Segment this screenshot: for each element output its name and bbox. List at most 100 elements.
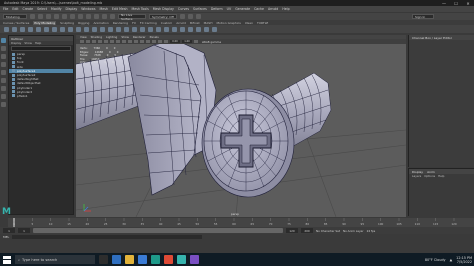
quad-draw-icon[interactable]: [188, 26, 193, 32]
menu-create[interactable]: Create: [23, 7, 34, 11]
shelf-tab[interactable]: Animation: [93, 21, 108, 25]
bookmarks-icon[interactable]: [92, 39, 96, 44]
outliner-menu-show[interactable]: Show: [24, 41, 32, 45]
wireframe-on-shaded-icon[interactable]: [134, 39, 138, 44]
menu-curves[interactable]: Curves: [178, 7, 189, 11]
maya-taskbar-icon[interactable]: [177, 255, 186, 264]
shelf-tab[interactable]: Custom: [161, 21, 173, 25]
boolean-icon[interactable]: [100, 26, 105, 32]
platonic-solid-icon[interactable]: [60, 26, 65, 32]
menu-edit[interactable]: Edit: [12, 7, 18, 11]
time-slider[interactable]: 1510152025303540455055606570758085909510…: [8, 218, 474, 227]
windows-start-icon[interactable]: [3, 255, 11, 264]
edge-browser-icon[interactable]: [112, 255, 121, 264]
near-clip-field[interactable]: 0.00: [170, 39, 180, 44]
open-scene-icon[interactable]: [38, 14, 43, 19]
render-settings-icon[interactable]: [196, 14, 201, 19]
lasso-tool-icon[interactable]: [1, 46, 6, 51]
outliner-item[interactable]: pHelix1: [9, 94, 73, 98]
poly-cone-icon[interactable]: [28, 26, 33, 32]
poly-disc-icon[interactable]: [52, 26, 57, 32]
shelf-tab[interactable]: TURTLE: [257, 21, 268, 25]
select-camera-icon[interactable]: [80, 39, 84, 44]
mode-selector[interactable]: Modeling: [3, 14, 27, 19]
mirror-icon[interactable]: [108, 26, 113, 32]
select-by-component-icon[interactable]: [86, 14, 91, 19]
shelf-tab[interactable]: Motion Graphics: [216, 21, 240, 25]
time-slider-ticks[interactable]: 1510152025303540455055606570758085909510…: [8, 218, 474, 227]
fps-dropdown[interactable]: 24 fps: [367, 229, 376, 233]
fill-hole-icon[interactable]: [140, 26, 145, 32]
menu-uv[interactable]: UV: [227, 7, 232, 11]
scale-tool-icon[interactable]: [1, 78, 6, 83]
app-icon[interactable]: [190, 255, 199, 264]
shelf-tab[interactable]: FX Caching: [140, 21, 157, 25]
poly-torus-icon[interactable]: [36, 26, 41, 32]
network-icon[interactable]: ▲: [450, 258, 453, 262]
menu-mesh-tools[interactable]: Mesh Tools: [132, 7, 149, 11]
poly-plane-icon[interactable]: [44, 26, 49, 32]
menu-surfaces[interactable]: Surfaces: [193, 7, 207, 11]
shelf-tab[interactable]: Rigging: [78, 21, 89, 25]
shelf-tab[interactable]: Sculpting: [60, 21, 74, 25]
outliner-search-input[interactable]: [11, 46, 71, 51]
chrome-icon[interactable]: [164, 255, 173, 264]
poly-cube-icon[interactable]: [12, 26, 17, 32]
redo-icon[interactable]: [62, 14, 67, 19]
paint-select-icon[interactable]: [1, 54, 6, 59]
weather-widget[interactable]: 80°F Cloudy: [425, 258, 446, 262]
file-explorer-icon[interactable]: [125, 255, 134, 264]
tab-channel-box[interactable]: Channel Box / Layer Editor: [412, 36, 452, 40]
poly-sphere-icon[interactable]: [4, 26, 9, 32]
undo-icon[interactable]: [54, 14, 59, 19]
phillips-bolt-head-mesh[interactable]: [201, 88, 295, 198]
single-view-icon[interactable]: [1, 86, 6, 91]
select-by-object-icon[interactable]: [78, 14, 83, 19]
outliner-layout-icon[interactable]: [1, 102, 6, 107]
end-time-field[interactable]: 200: [301, 228, 313, 233]
character-set-dropdown[interactable]: No Character Set: [316, 229, 340, 233]
rotate-tool-icon[interactable]: [1, 70, 6, 75]
select-tool-icon[interactable]: [1, 38, 6, 43]
planar-map-icon[interactable]: [204, 26, 209, 32]
select-by-hierarchy-icon[interactable]: [70, 14, 75, 19]
xray-icon[interactable]: [158, 39, 162, 44]
shelf-tab[interactable]: Bifrost: [190, 21, 200, 25]
separate-icon[interactable]: [84, 26, 89, 32]
mail-icon[interactable]: [138, 255, 147, 264]
sign-in-button[interactable]: Sign In: [412, 14, 434, 19]
image-plane-icon[interactable]: [98, 39, 102, 44]
menu-arnold[interactable]: Arnold: [268, 7, 278, 11]
camera-attributes-icon[interactable]: [86, 39, 90, 44]
viewport-panel[interactable]: View Shading Lighting Show Renderer Pane…: [76, 35, 406, 217]
snap-grid-icon[interactable]: [94, 14, 99, 19]
outliner-menu-display[interactable]: Display: [11, 41, 21, 45]
tab-display-layers[interactable]: Display: [412, 170, 423, 174]
shelf-tab[interactable]: MASH: [204, 21, 213, 25]
live-surface-field[interactable]: No Live Surface: [118, 13, 146, 21]
color-management-icon[interactable]: [194, 39, 198, 44]
current-frame-marker[interactable]: [13, 218, 15, 227]
range-slider-bar[interactable]: [33, 228, 283, 233]
clock[interactable]: 12:15 PM 7/5/2022: [456, 256, 472, 264]
command-language-label[interactable]: MEL: [3, 235, 9, 239]
symmetry-field[interactable]: Symmetry: Off: [149, 14, 177, 19]
color-space-label[interactable]: sRGB gamma: [202, 40, 221, 44]
tab-anim-layers[interactable]: Anim: [427, 170, 435, 174]
menu-cache[interactable]: Cache: [254, 7, 264, 11]
playback-end-field[interactable]: 120: [286, 228, 298, 233]
menu-generate[interactable]: Generate: [235, 7, 250, 11]
edge-loop-icon[interactable]: [164, 26, 169, 32]
smooth-icon[interactable]: [92, 26, 97, 32]
menu-mesh-display[interactable]: Mesh Display: [153, 7, 174, 11]
taskbar-search-input[interactable]: ⌕ Type here to search: [15, 255, 95, 264]
command-input[interactable]: [12, 235, 203, 239]
isolate-select-icon[interactable]: [164, 39, 168, 44]
shelf-tab[interactable]: XGen: [245, 21, 253, 25]
render-icon[interactable]: [180, 14, 185, 19]
anim-layer-dropdown[interactable]: No Anim Layer: [343, 229, 364, 233]
menu-edit-mesh[interactable]: Edit Mesh: [112, 7, 128, 11]
shadows-icon[interactable]: [152, 39, 156, 44]
lights-icon[interactable]: [146, 39, 150, 44]
smooth-shade-icon[interactable]: [128, 39, 132, 44]
